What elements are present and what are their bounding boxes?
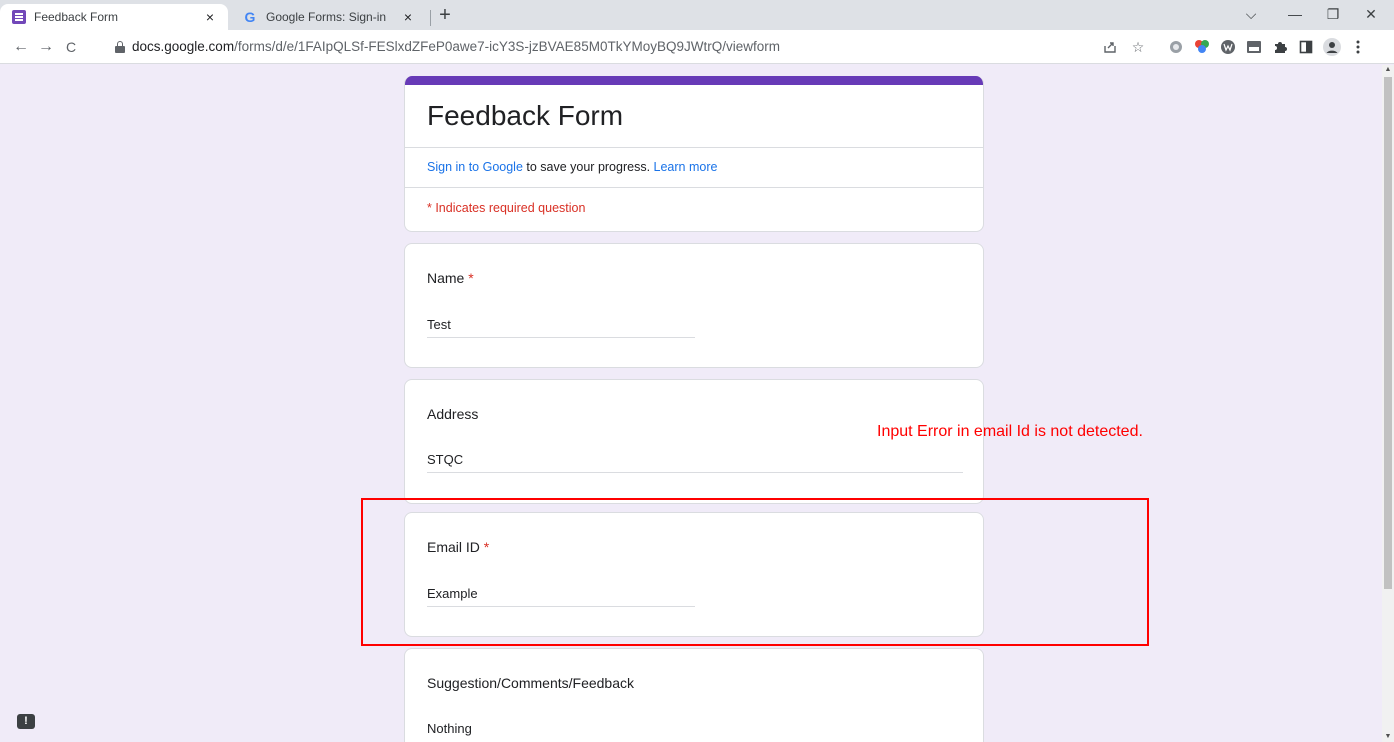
address-input[interactable]: STQC xyxy=(427,452,463,467)
question-label-text: Suggestion/Comments/Feedback xyxy=(427,675,634,691)
browser-toolbar: ← → C docs.google.com/forms/d/e/1FAIpQLS… xyxy=(0,30,1394,64)
question-card-address: Address STQC xyxy=(404,379,984,504)
divider xyxy=(405,147,983,148)
question-label-text: Name xyxy=(427,270,465,286)
back-button[interactable]: ← xyxy=(10,36,32,58)
new-tab-button[interactable]: + xyxy=(432,5,458,27)
error-annotation: Input Error in email Id is not detected. xyxy=(877,423,1143,440)
name-input[interactable]: Test xyxy=(427,317,451,332)
scroll-up-icon[interactable]: ▲ xyxy=(1382,65,1394,75)
profile-icon[interactable] xyxy=(1322,37,1342,57)
divider xyxy=(405,187,983,188)
form-header-card: Feedback Form Sign in to Google to save … xyxy=(404,76,984,232)
tab-google-forms-signin[interactable]: G Google Forms: Sign-in × xyxy=(230,4,426,30)
required-asterisk: * xyxy=(468,270,474,286)
form-title: Feedback Form xyxy=(427,100,624,131)
suggestion-input[interactable]: Nothing xyxy=(427,721,472,736)
star-icon[interactable]: ☆ xyxy=(1128,37,1148,57)
scrollbar[interactable]: ▲ ▼ xyxy=(1382,65,1394,742)
question-card-name: Name * Test xyxy=(404,243,984,368)
lock-icon[interactable] xyxy=(115,41,125,53)
new-extension-icon[interactable] xyxy=(1244,37,1264,57)
tab-divider xyxy=(430,10,431,26)
input-underline xyxy=(427,337,695,338)
question-label: Name * xyxy=(427,270,474,286)
reload-button[interactable]: C xyxy=(60,36,82,58)
close-icon[interactable]: × xyxy=(200,9,220,25)
extension-icon[interactable] xyxy=(1166,37,1186,57)
tab-title: Google Forms: Sign-in xyxy=(266,10,387,24)
signin-row: Sign in to Google to save your progress.… xyxy=(427,160,717,174)
required-note: * Indicates required question xyxy=(427,201,586,215)
scroll-down-icon[interactable]: ▼ xyxy=(1382,732,1394,742)
tab-title: Feedback Form xyxy=(34,10,119,24)
w-extension-icon[interactable] xyxy=(1218,37,1238,57)
color-extension-icon[interactable] xyxy=(1192,37,1212,57)
page-viewport: Feedback Form Sign in to Google to save … xyxy=(0,65,1394,742)
question-label: Suggestion/Comments/Feedback xyxy=(427,675,634,691)
scroll-thumb[interactable] xyxy=(1384,77,1392,589)
report-feedback-icon[interactable]: ! xyxy=(17,714,35,729)
share-icon[interactable] xyxy=(1100,37,1120,57)
forward-button[interactable]: → xyxy=(35,36,57,58)
url-host: docs.google.com xyxy=(132,39,235,54)
question-label: Address xyxy=(427,406,478,422)
tab-feedback-form[interactable]: Feedback Form × xyxy=(0,4,228,30)
input-underline xyxy=(427,472,963,473)
google-icon: G xyxy=(244,9,256,25)
accent-bar xyxy=(405,76,983,85)
question-label-text: Address xyxy=(427,406,479,422)
question-card-suggestion: Suggestion/Comments/Feedback Nothing xyxy=(404,648,984,742)
address-bar[interactable]: docs.google.com/forms/d/e/1FAIpQLSf-FESl… xyxy=(132,39,780,54)
highlight-box xyxy=(361,498,1149,646)
menu-icon[interactable] xyxy=(1348,37,1368,57)
restore-button[interactable]: ❐ xyxy=(1318,4,1348,26)
close-window-button[interactable]: ✕ xyxy=(1356,4,1386,26)
tab-strip: Feedback Form × G Google Forms: Sign-in … xyxy=(0,0,1394,30)
minimize-button[interactable]: — xyxy=(1280,4,1310,26)
close-icon[interactable]: × xyxy=(398,9,418,25)
sign-in-link[interactable]: Sign in to Google xyxy=(427,160,523,174)
puzzle-icon[interactable] xyxy=(1270,37,1290,57)
tab-search-button[interactable]: ⌵ xyxy=(1236,4,1266,26)
url-path: /forms/d/e/1FAIpQLSf-FESlxdZFeP0awe7-icY… xyxy=(234,39,780,54)
google-forms-icon xyxy=(12,10,26,24)
side-panel-icon[interactable] xyxy=(1296,37,1316,57)
learn-more-link[interactable]: Learn more xyxy=(654,160,718,174)
signin-text: to save your progress. xyxy=(522,160,654,174)
